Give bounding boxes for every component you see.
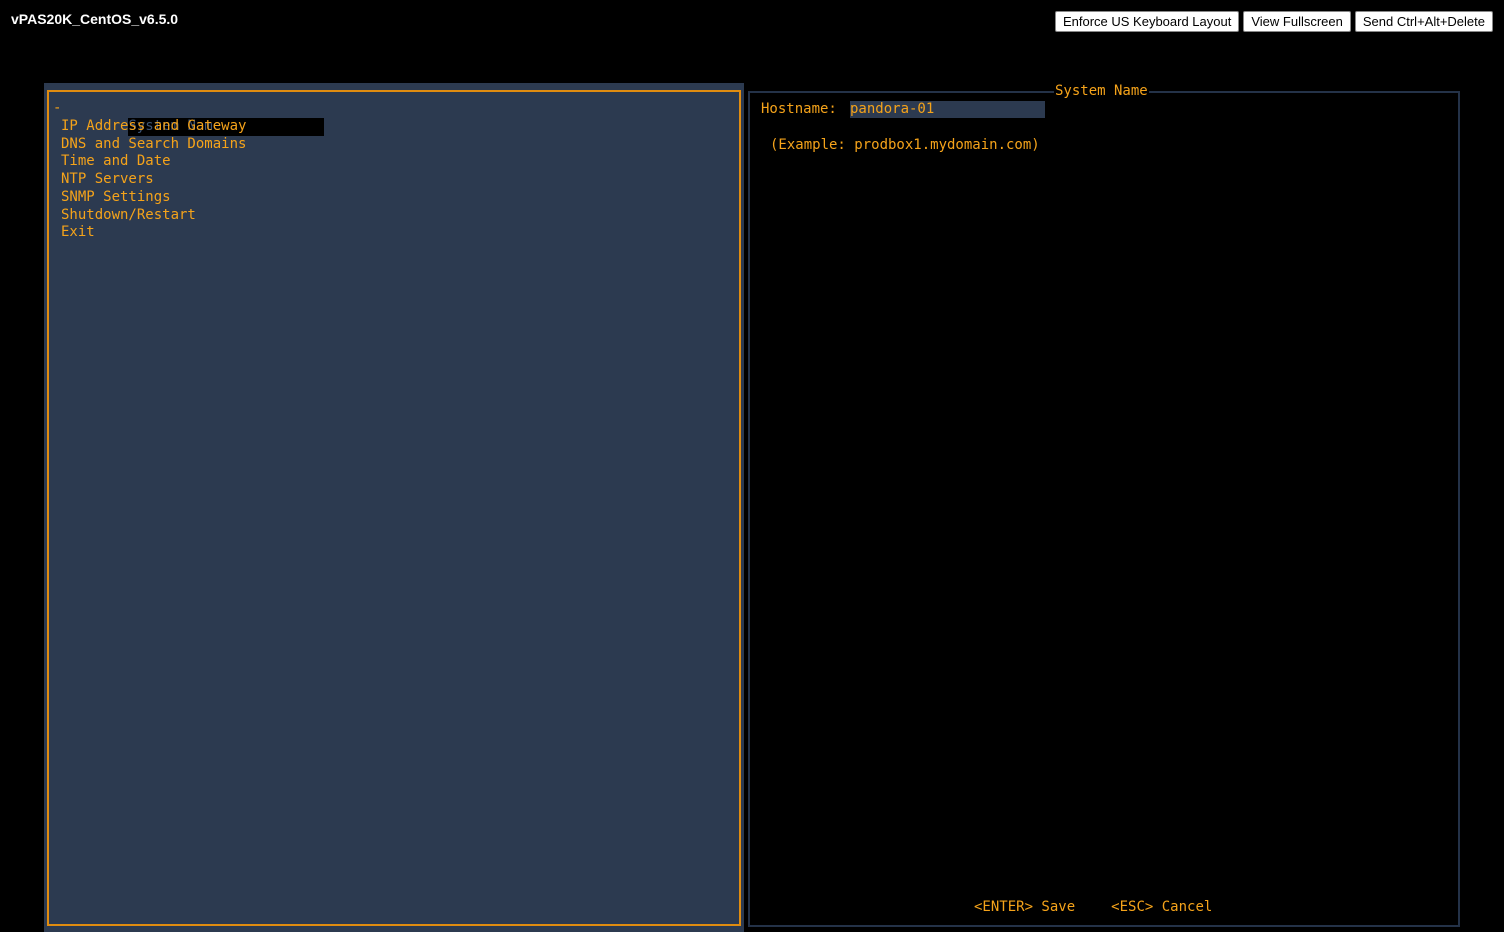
console-toolbar: Enforce US Keyboard Layout View Fullscre… xyxy=(1054,11,1493,32)
menu-item-label: Time and Date xyxy=(61,153,171,170)
cancel-action[interactable]: <ESC> Cancel xyxy=(1111,898,1212,916)
menu-item-time-and-date[interactable]: Time and Date xyxy=(51,153,324,171)
menu-list: - System Name IP Address and Gateway DNS … xyxy=(51,100,325,242)
save-action[interactable]: <ENTER> Save xyxy=(974,898,1075,916)
enforce-us-keyboard-button[interactable]: Enforce US Keyboard Layout xyxy=(1054,11,1240,32)
send-ctrl-alt-delete-button[interactable]: Send Ctrl+Alt+Delete xyxy=(1354,11,1493,32)
menu-item-label: DNS and Search Domains xyxy=(61,135,247,152)
menu-item-shutdown-restart[interactable]: Shutdown/Restart xyxy=(51,207,324,225)
menu-item-label: IP Address and Gateway xyxy=(61,117,247,134)
vm-title: vPAS20K_CentOS_v6.5.0 xyxy=(11,11,179,27)
menu-item-label: Exit xyxy=(61,224,95,241)
hostname-example: (Example: prodbox1.mydomain.com) xyxy=(770,137,1040,153)
hostname-label: Hostname: xyxy=(761,101,837,117)
menu-item-label: SNMP Settings xyxy=(61,188,171,205)
menu-item-ntp-servers[interactable]: NTP Servers xyxy=(51,171,324,189)
detail-title: System Name xyxy=(1054,82,1149,100)
menu-item-system-name[interactable]: - System Name xyxy=(51,100,325,136)
menu-panel: - System Name IP Address and Gateway DNS … xyxy=(44,83,744,932)
detail-frame xyxy=(748,91,1460,927)
detail-actions: <ENTER> Save <ESC> Cancel xyxy=(974,898,1212,916)
menu-item-dns-and-search-domains[interactable]: DNS and Search Domains xyxy=(51,136,324,154)
menu-item-label: Shutdown/Restart xyxy=(61,206,196,223)
menu-item-label: NTP Servers xyxy=(61,171,154,187)
selection-marker: - xyxy=(53,100,62,116)
vm-console[interactable]: - System Name IP Address and Gateway DNS … xyxy=(44,82,1472,932)
menu-item-exit[interactable]: Exit xyxy=(51,224,324,242)
menu-item-ip-address-and-gateway[interactable]: IP Address and Gateway xyxy=(51,118,324,136)
view-fullscreen-button[interactable]: View Fullscreen xyxy=(1243,11,1351,32)
hostname-input[interactable] xyxy=(850,101,1045,118)
menu-item-snmp-settings[interactable]: SNMP Settings xyxy=(51,189,324,207)
